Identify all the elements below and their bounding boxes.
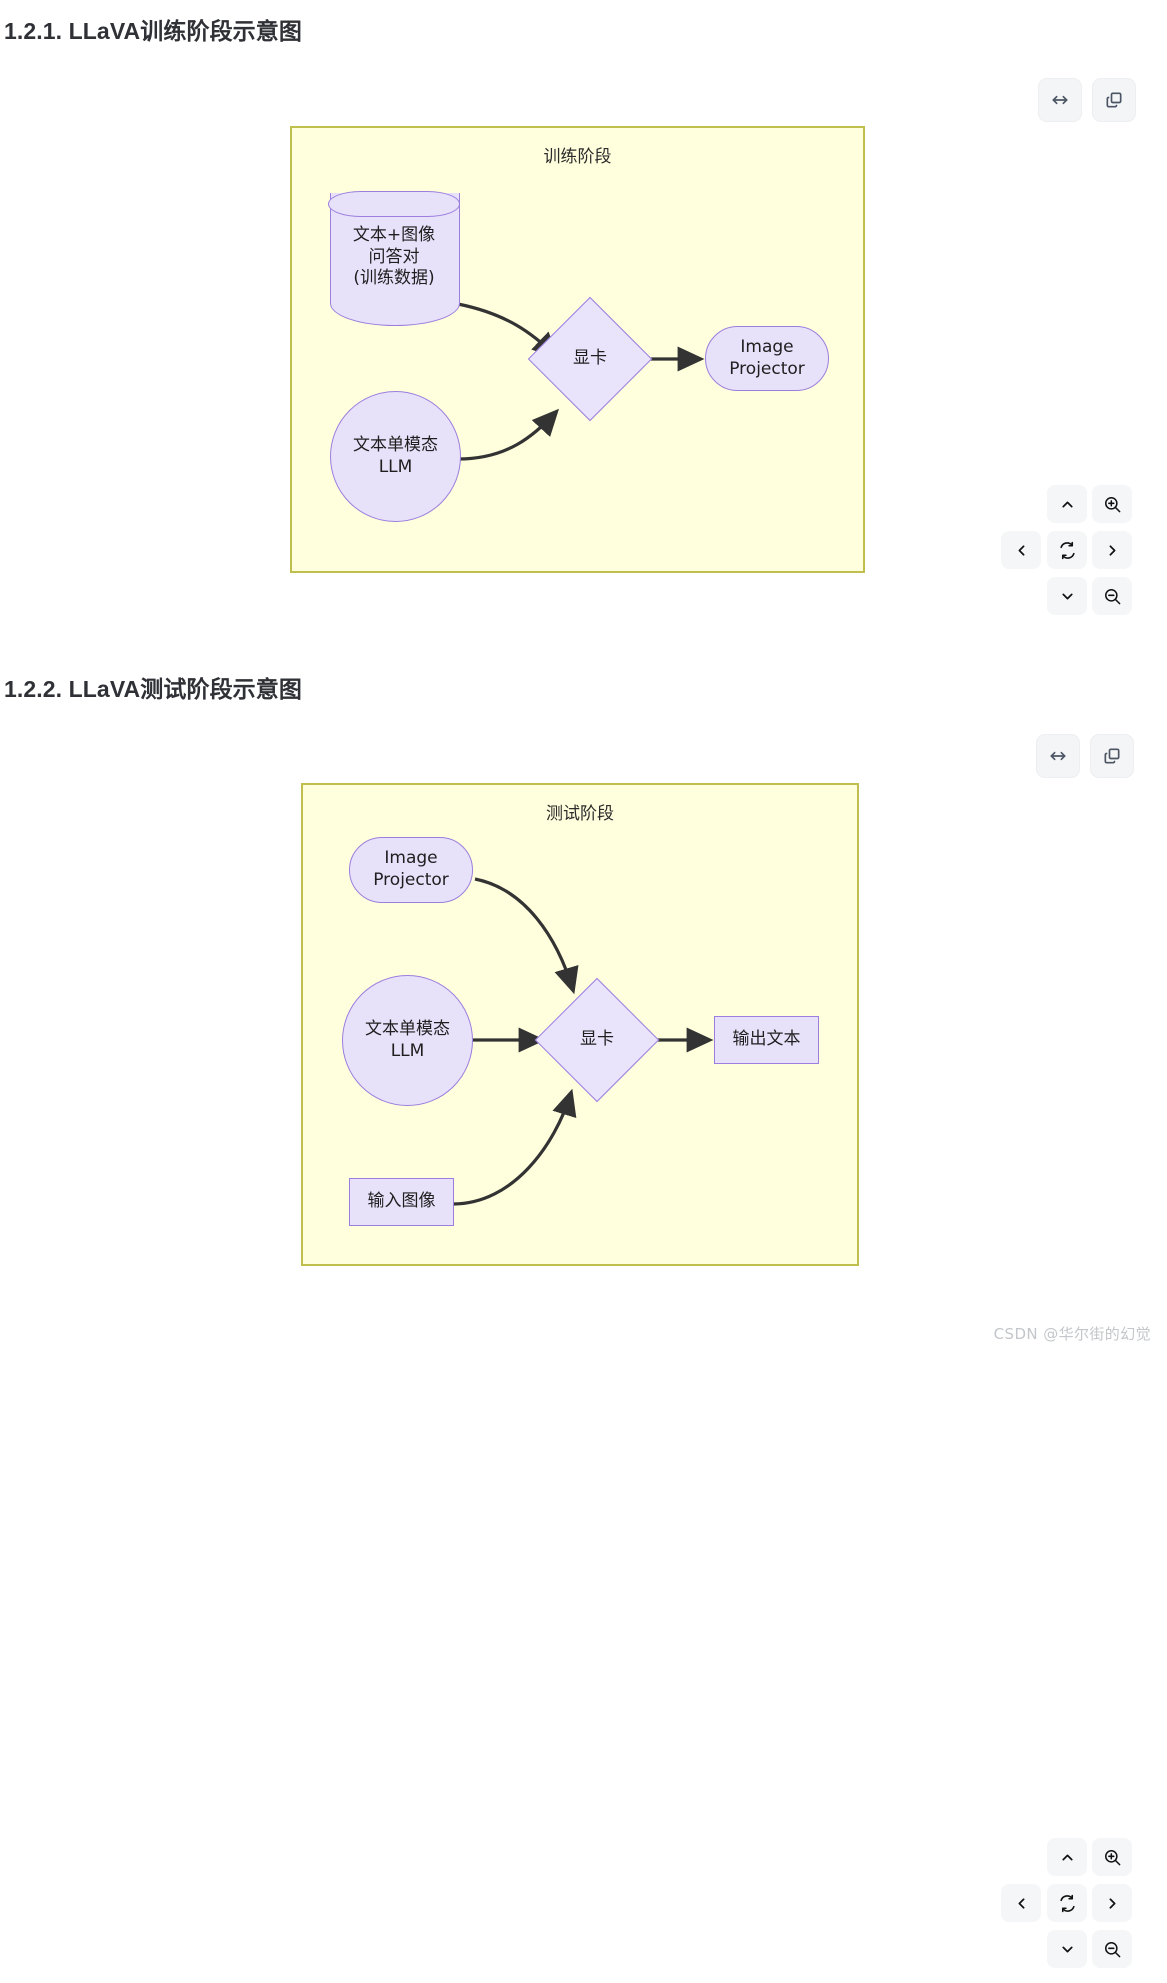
zoom-out-icon (1103, 1940, 1122, 1959)
zoom-in-button[interactable] (1092, 485, 1132, 523)
pan-up-button[interactable] (1047, 485, 1087, 523)
chevron-left-icon (1013, 542, 1030, 559)
diagram-block-training: 训练阶段 文本+图像 问答对 (训练数据) 文本单模态 LLM 显卡 Image… (0, 60, 1167, 660)
edge-projector-to-gpu (474, 877, 579, 995)
diagram-toolbar-training (1038, 78, 1136, 122)
pan-left-button[interactable] (1001, 531, 1041, 569)
node-gpu[interactable]: 显卡 (527, 296, 653, 422)
node-gpu[interactable]: 显卡 (534, 977, 660, 1103)
node-text-llm[interactable]: 文本单模态 LLM (342, 975, 473, 1106)
chevron-down-icon (1059, 588, 1076, 605)
chevron-down-icon (1059, 1941, 1076, 1958)
node-label: 文本单模态 LLM (365, 1018, 450, 1061)
pan-down-button[interactable] (1047, 1930, 1087, 1968)
zoom-out-button[interactable] (1092, 577, 1132, 615)
zoom-in-button[interactable] (1092, 1838, 1132, 1876)
chevron-left-icon (1013, 1895, 1030, 1912)
cylinder-top-ellipse (328, 191, 460, 217)
reset-view-button[interactable] (1047, 531, 1087, 569)
diagram-title-training: 训练阶段 (543, 147, 612, 167)
fit-width-button[interactable] (1038, 78, 1082, 122)
chevron-right-icon (1104, 1895, 1121, 1912)
chevron-right-icon (1104, 542, 1121, 559)
refresh-icon (1058, 541, 1077, 560)
diagram-title-testing: 测试阶段 (546, 804, 614, 824)
fit-width-button[interactable] (1036, 734, 1080, 778)
zoom-out-button[interactable] (1092, 1930, 1132, 1968)
node-label: 文本单模态 LLM (353, 434, 438, 477)
copy-button[interactable] (1092, 78, 1136, 122)
zoom-out-icon (1103, 587, 1122, 606)
reset-view-button[interactable] (1047, 1884, 1087, 1922)
fit-width-icon (1050, 90, 1070, 110)
pan-right-button[interactable] (1092, 531, 1132, 569)
node-label: Image Projector (373, 848, 449, 890)
zoom-in-icon (1103, 1848, 1122, 1867)
diagram-navpad-training (998, 485, 1148, 630)
chevron-up-icon (1059, 496, 1076, 513)
pan-left-button[interactable] (1001, 1884, 1041, 1922)
copy-icon (1102, 746, 1122, 766)
node-training-data[interactable]: 文本+图像 问答对 (训练数据) (328, 180, 460, 326)
node-output-text[interactable]: 输出文本 (714, 1016, 819, 1064)
chevron-up-icon (1059, 1849, 1076, 1866)
node-label: 输出文本 (732, 1029, 801, 1050)
pan-down-button[interactable] (1047, 577, 1087, 615)
diagram-navpad-testing (998, 1838, 1148, 1983)
node-label: Image Projector (729, 336, 805, 379)
pan-up-button[interactable] (1047, 1838, 1087, 1876)
node-label: 显卡 (580, 1029, 614, 1050)
copy-button[interactable] (1090, 734, 1134, 778)
node-input-image[interactable]: 输入图像 (349, 1178, 454, 1226)
node-image-projector[interactable]: Image Projector (705, 326, 829, 391)
node-label: 输入图像 (367, 1191, 436, 1212)
page-title-section-2: 1.2.2. LLaVA测试阶段示意图 (4, 676, 302, 702)
mermaid-canvas-training[interactable]: 训练阶段 文本+图像 问答对 (训练数据) 文本单模态 LLM 显卡 Image… (290, 126, 865, 573)
diagram-toolbar-testing (1036, 734, 1134, 778)
node-image-projector[interactable]: Image Projector (349, 837, 473, 903)
pan-right-button[interactable] (1092, 1884, 1132, 1922)
node-label: 显卡 (573, 348, 607, 369)
page-title-section-1: 1.2.1. LLaVA训练阶段示意图 (4, 18, 302, 44)
refresh-icon (1058, 1894, 1077, 1913)
copy-icon (1104, 90, 1124, 110)
mermaid-canvas-testing[interactable]: 测试阶段 Image Projector 文本单模态 LLM 输入图像 显卡 输… (301, 783, 859, 1266)
node-text-llm[interactable]: 文本单模态 LLM (330, 391, 461, 522)
diagram-block-testing: 测试阶段 Image Projector 文本单模态 LLM 输入图像 显卡 输… (0, 718, 1167, 1968)
edge-inputimage-to-gpu (452, 1088, 577, 1206)
zoom-in-icon (1103, 495, 1122, 514)
fit-width-icon (1048, 746, 1068, 766)
csdn-watermark: CSDN @华尔街的幻觉 (993, 1325, 1151, 1343)
